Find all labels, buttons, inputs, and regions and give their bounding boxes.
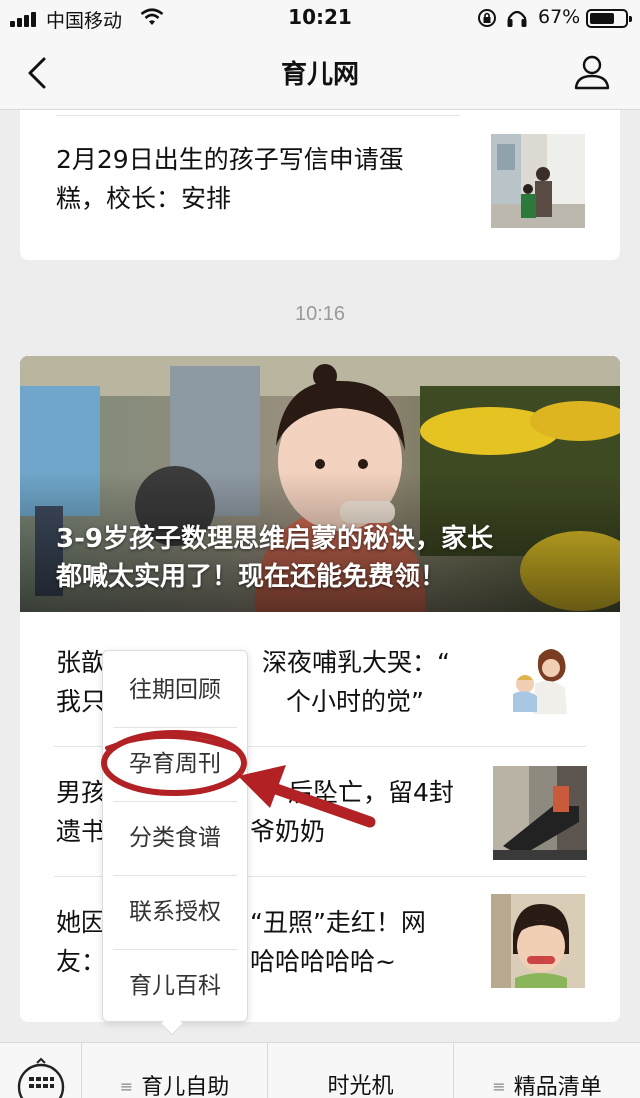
menu-item-parenting-encyclopedia[interactable]: 育儿百科 [103,949,247,1023]
menu-item-pregnancy-weekly[interactable]: 孕育周刊 [103,727,247,801]
submenu-popup: 往期回顾 孕育周刊 分类食谱 联系授权 育儿百科 [102,650,248,1022]
nav-bar: 育儿网 [0,36,640,110]
article-thumbnail [491,134,585,228]
menu-lines-icon: ≡ [492,1077,506,1096]
page-title: 育儿网 [280,60,359,90]
battery-icon [586,9,632,28]
battery-percentage: 67% [538,6,581,28]
headphones-icon [507,10,527,27]
keyboard-button[interactable] [0,1043,82,1098]
person-icon [574,55,610,90]
article-thumbnail [493,766,587,860]
bottom-menu-bar: ≡ 育儿自助 时光机 ≡ 精品清单 [0,1042,640,1098]
rotation-lock-icon [478,9,496,27]
menu-item-contact-license[interactable]: 联系授权 [103,875,247,949]
menu-tab-featured-list[interactable]: ≡ 精品清单 [454,1043,640,1098]
article-thumbnail [491,636,585,730]
profile-button[interactable] [572,52,612,92]
menu-item-recipes[interactable]: 分类食谱 [103,801,247,875]
article-thumbnail [491,894,585,988]
menu-lines-icon: ≡ [119,1077,134,1096]
divider [56,115,460,116]
article-card[interactable]: 2月29日出生的孩子写信申请蛋 糕，校长：安排 [20,110,620,260]
hero-title: 3-9岁孩子数理思维启蒙的秘诀，家长 都喊太实用了！现在还能免费领！ [56,524,493,592]
status-bar: 中国移动 10:21 67% [0,0,640,36]
menu-item-past-reviews[interactable]: 往期回顾 [103,653,247,727]
hero-article[interactable]: 3-9岁孩子数理思维启蒙的秘诀，家长 都喊太实用了！现在还能免费领！ [20,356,620,612]
menu-tab-time-machine[interactable]: 时光机 [268,1043,454,1098]
message-timestamp: 10:16 [294,303,346,325]
menu-tab-self-service[interactable]: ≡ 育儿自助 [82,1043,268,1098]
keyboard-icon [17,1057,65,1098]
article-title: 2月29日出生的孩子写信申请蛋 糕，校长：安排 [56,145,404,213]
